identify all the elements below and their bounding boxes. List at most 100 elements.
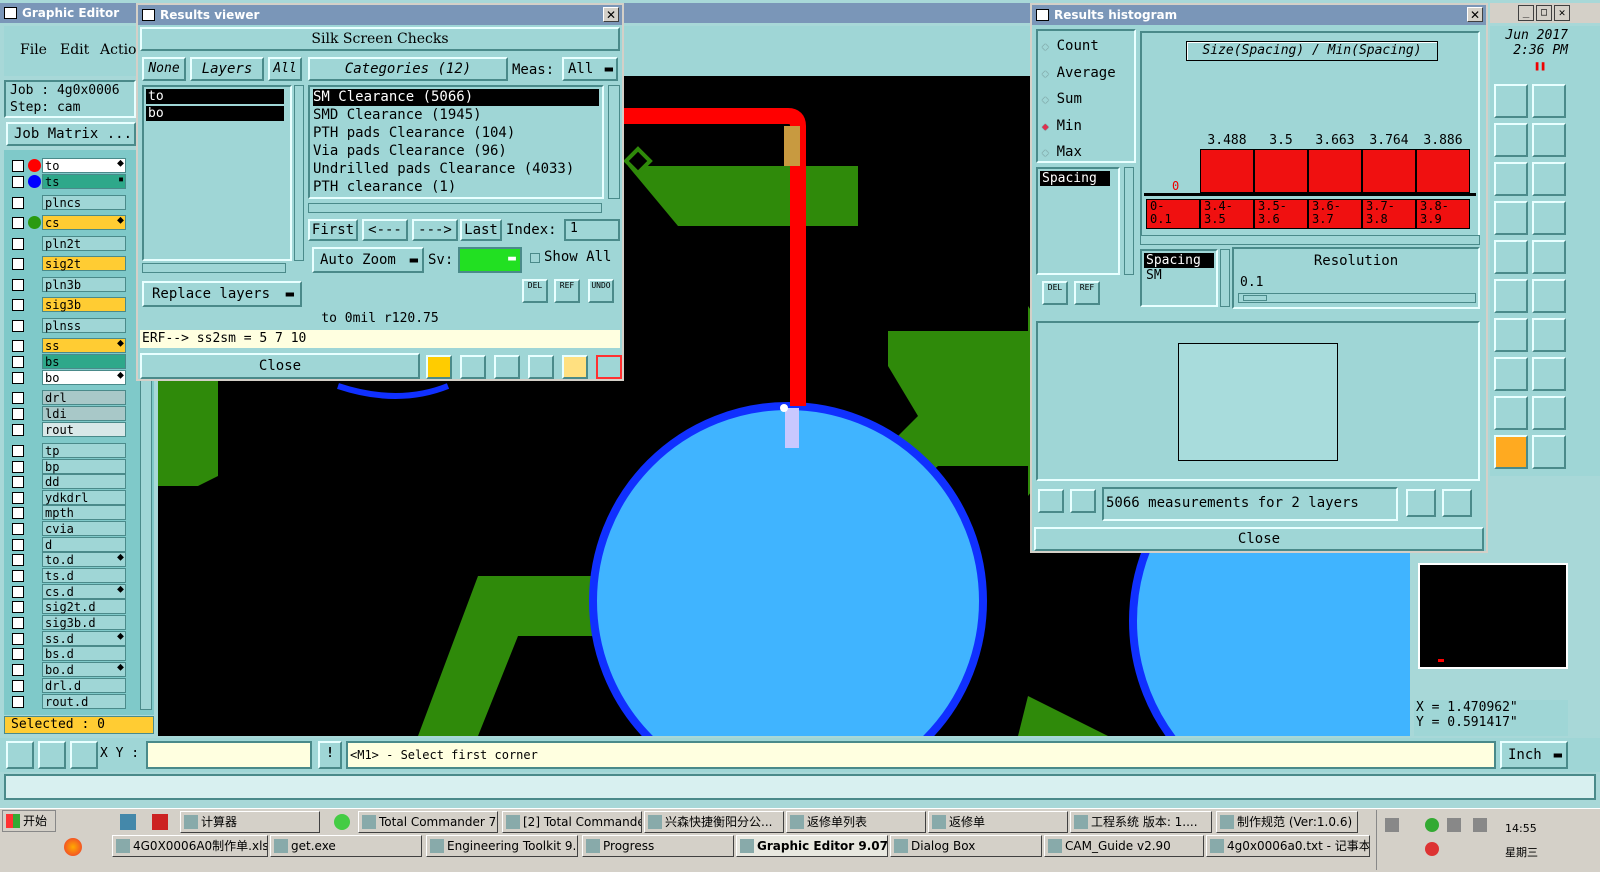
layer-checkbox[interactable] — [12, 160, 24, 172]
clock-weekday[interactable]: 星期三 — [1505, 844, 1538, 860]
histogram-bar[interactable] — [1200, 149, 1254, 193]
layer-name[interactable]: rout.d — [42, 694, 126, 709]
layer-name[interactable]: mpth — [42, 505, 126, 520]
next-button[interactable]: ---> — [412, 219, 458, 241]
histogram-close-button[interactable]: Close — [1034, 527, 1484, 551]
layer-name[interactable]: bs.d — [42, 646, 126, 661]
zoom-out-icon[interactable] — [1442, 489, 1472, 517]
layer-checkbox[interactable] — [12, 279, 24, 291]
layer-row[interactable]: ts ▪ — [12, 174, 126, 189]
layer-name[interactable]: ydkdrl — [42, 490, 126, 505]
layer-checkbox[interactable] — [12, 372, 24, 384]
layer-row[interactable]: plncs — [12, 195, 126, 210]
taskbar-button[interactable]: 工程系统 版本: 1.... — [1070, 811, 1212, 833]
undo-icon[interactable]: UNDO — [588, 279, 614, 303]
layer-name[interactable]: dd — [42, 474, 126, 489]
category-item[interactable]: PTH pads Clearance (104) — [313, 125, 515, 142]
scale-icon[interactable] — [1494, 162, 1528, 196]
categories-button[interactable]: Categories (12) — [308, 57, 508, 81]
layer-name[interactable]: tp — [42, 443, 126, 458]
layer-name[interactable]: ldi — [42, 406, 126, 421]
layer-name[interactable]: cvia — [42, 521, 126, 536]
taskbar-button[interactable]: Graphic Editor 9.07b2... — [736, 835, 888, 857]
connect-icon[interactable] — [1494, 279, 1528, 313]
layer-name[interactable]: pln3b — [42, 277, 126, 292]
layer-row[interactable]: drl — [12, 390, 126, 405]
category-item[interactable]: SMD Clearance (1945) — [313, 107, 482, 124]
stat-option[interactable]: ◆ Min — [1042, 117, 1082, 135]
layer-name[interactable]: drl — [42, 390, 126, 405]
layer-list-scrollbar[interactable] — [294, 85, 304, 261]
measure-icon[interactable] — [1494, 357, 1528, 391]
layer-name[interactable]: bo — [42, 370, 126, 385]
ie-icon[interactable] — [334, 814, 350, 830]
layer-name[interactable]: sig3b — [42, 297, 126, 312]
show-all-checkbox[interactable] — [530, 253, 540, 263]
layer-checkbox[interactable] — [12, 617, 24, 629]
volume-icon[interactable] — [1473, 818, 1487, 832]
histogram-bar[interactable] — [1254, 149, 1308, 193]
layer-name[interactable]: bo.d — [42, 662, 126, 677]
layer-name[interactable]: ss — [42, 338, 126, 353]
delete-icon[interactable]: DEL — [522, 279, 548, 303]
layer-checkbox[interactable] — [12, 197, 24, 209]
none-button[interactable]: None — [142, 57, 186, 81]
spacing-scrollbar[interactable] — [1220, 249, 1230, 307]
select-icon[interactable] — [1494, 435, 1528, 469]
layer-checkbox[interactable] — [12, 340, 24, 352]
resolution-slider[interactable] — [1238, 293, 1476, 303]
taskbar-button[interactable]: Total Commander 7.0... — [358, 811, 498, 833]
category-item[interactable]: PTH clearance (1) — [313, 179, 456, 196]
layer-row[interactable]: bs.d — [12, 646, 126, 661]
layer-color-icon[interactable] — [28, 175, 41, 188]
layer-list-hscroll[interactable] — [142, 263, 286, 273]
taskbar-button[interactable]: 返修单列表 — [786, 811, 926, 833]
delete-icon[interactable] — [1038, 489, 1064, 513]
measure-list[interactable]: Spacing — [1036, 167, 1120, 275]
histogram-bin[interactable]: 3.4- 3.5 — [1200, 199, 1254, 229]
layer-checkbox[interactable] — [12, 392, 24, 404]
ruler-icon[interactable] — [1494, 240, 1528, 274]
histogram-icon[interactable] — [596, 355, 622, 379]
layer-name[interactable]: bs — [42, 354, 126, 369]
refresh-icon[interactable]: REF — [1074, 281, 1100, 305]
home-icon[interactable] — [1494, 84, 1528, 118]
layer-row[interactable]: sig3b — [12, 297, 126, 312]
layer-checkbox[interactable] — [12, 461, 24, 473]
measure-scrollbar[interactable] — [1124, 167, 1134, 275]
radio-icon[interactable]: ◆ — [1042, 146, 1049, 159]
layer-checkbox[interactable] — [12, 320, 24, 332]
layer-row[interactable]: rout — [12, 422, 126, 437]
minimize-icon[interactable]: _ — [1518, 5, 1534, 21]
tree-icon[interactable] — [1532, 201, 1566, 235]
layer-row[interactable]: ss.d ⬥ — [12, 631, 126, 646]
layer-checkbox[interactable] — [12, 408, 24, 420]
slider-thumb[interactable] — [1243, 295, 1267, 301]
layer-checkbox[interactable] — [12, 633, 24, 645]
step-icon[interactable] — [1494, 123, 1528, 157]
layer-row[interactable]: sig2t — [12, 256, 126, 271]
delete-icon[interactable]: DEL — [1042, 281, 1068, 305]
layer-checkbox[interactable] — [12, 445, 24, 457]
start-button[interactable]: 开始 — [2, 810, 56, 832]
taskbar-button[interactable]: 4g0x0006a0.txt - 记事本 — [1206, 835, 1370, 857]
category-item[interactable]: Via pads Clearance (96) — [313, 143, 507, 160]
pause-icon[interactable]: ❚❚ — [1534, 62, 1546, 72]
layer-name[interactable]: drl.d — [42, 678, 126, 693]
menu-edit[interactable]: Edit — [60, 42, 89, 58]
layer-row[interactable]: cs.d ⬥ — [12, 584, 126, 599]
results-viewer-title-bar[interactable]: Results viewer ✕ — [138, 5, 622, 25]
close-icon[interactable]: ✕ — [603, 7, 619, 22]
layer-name[interactable]: bp — [42, 459, 126, 474]
taskbar-button[interactable]: 计算器 — [180, 811, 320, 833]
layer-item[interactable]: bo — [146, 106, 284, 121]
grid-icon[interactable] — [70, 741, 98, 769]
histogram-bin[interactable]: 3.5- 3.6 — [1254, 199, 1308, 229]
alert-icon[interactable]: ! — [318, 741, 342, 769]
layer-checkbox[interactable] — [12, 424, 24, 436]
spacing-item[interactable]: Spacing — [1144, 253, 1214, 268]
layer-color-icon[interactable] — [28, 159, 41, 172]
taskbar-button[interactable]: 兴森快捷衡阳分公... — [644, 811, 784, 833]
histogram-bar[interactable] — [1362, 149, 1416, 193]
close-icon[interactable]: ✕ — [1467, 7, 1483, 22]
